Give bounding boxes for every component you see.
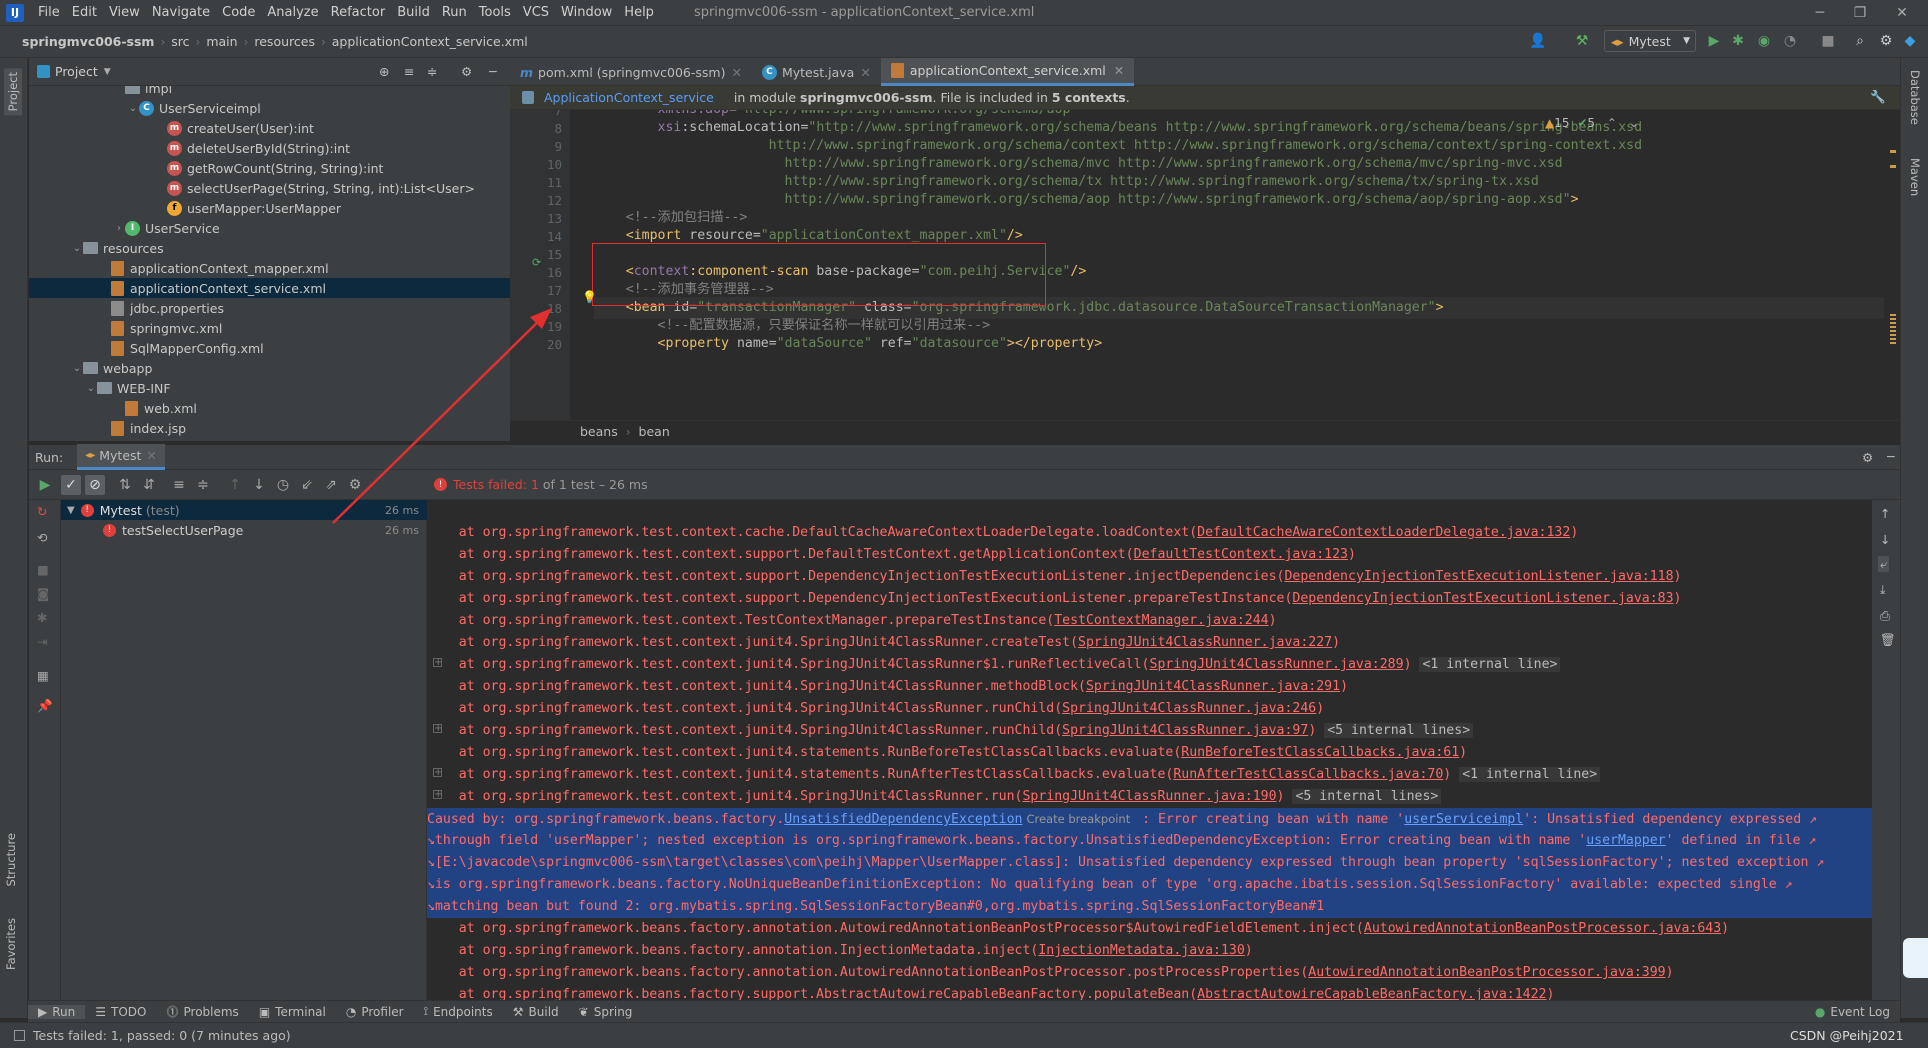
toolwindow-terminal[interactable]: ▣ Terminal	[249, 1005, 336, 1019]
toolwindow-endpoints[interactable]: ⟟ Endpoints	[414, 1004, 503, 1019]
status-bar: Tests failed: 1, passed: 0 (7 minutes ag…	[0, 1022, 1928, 1048]
todo-icon: ☰	[95, 1004, 107, 1019]
spring-icon: ❦	[578, 1004, 589, 1019]
run-icon: ▶	[38, 1004, 48, 1019]
toolwindow-spring[interactable]: ❦ Spring	[569, 1005, 643, 1019]
toolwindow-run[interactable]: ▶ Run	[28, 1004, 86, 1019]
tool-windows-bar: ▶ Run ☰ TODO ⓵ Problems ▣ Terminal ◔ Profiler ⟟ End…	[28, 1000, 1900, 1022]
toolwindow-todo[interactable]: ☰ TODO	[85, 1005, 156, 1019]
toolwindow-build[interactable]: ⚒ Build	[503, 1005, 569, 1019]
problems-icon: ⓵	[166, 1005, 179, 1019]
annotation-arrow	[332, 308, 552, 524]
endpoints-icon: ⟟	[423, 1004, 429, 1018]
terminal-icon: ▣	[258, 1004, 271, 1019]
event-log-icon: ●	[1814, 1004, 1826, 1019]
build-icon: ⚒	[512, 1004, 524, 1019]
toolwindow-profiler[interactable]: ◔ Profiler	[336, 1005, 414, 1019]
panel-toggle-icon[interactable]	[14, 1030, 25, 1041]
event-log-button[interactable]: ● Event Log	[1805, 1005, 1900, 1019]
watermark: CSDN @Peihj2021	[1790, 1028, 1904, 1043]
status-message[interactable]: Tests failed: 1, passed: 0 (7 minutes ag…	[33, 1028, 291, 1043]
toolwindow-problems[interactable]: ⓵ Problems	[156, 1003, 248, 1020]
profiler-icon: ◔	[345, 1004, 357, 1019]
